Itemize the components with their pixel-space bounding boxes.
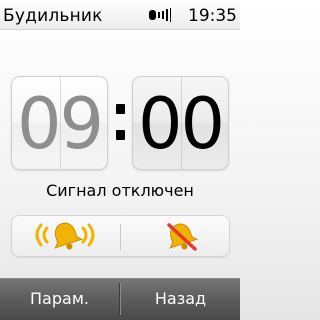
alarm-toggle[interactable] [11,215,230,257]
alarm-off-button[interactable] [123,218,227,254]
back-softkey[interactable]: Назад [121,279,240,320]
alarm-status-text: Сигнал отключен [46,181,194,200]
alarm-minutes-value: 00 [137,83,225,165]
alarm-hours-value: 09 [16,83,104,165]
app-title: Будильник [3,6,103,26]
alarm-minutes[interactable]: 00 [132,76,229,170]
alarm-on-button[interactable] [14,218,118,254]
options-softkey[interactable]: Парам. [0,279,119,320]
status-clock: 19:35 [188,6,237,26]
ringing-bell-icon [35,222,95,250]
toggle-divider [120,224,121,250]
time-separator [110,92,130,152]
alarm-hours[interactable]: 09 [11,76,108,170]
signal-strength-icon [149,8,171,22]
softkey-divider [119,283,120,315]
softkey-bar: Парам. Назад [0,278,240,320]
muted-bell-icon [167,223,199,251]
status-bar: Будильник 19:35 [0,0,240,30]
